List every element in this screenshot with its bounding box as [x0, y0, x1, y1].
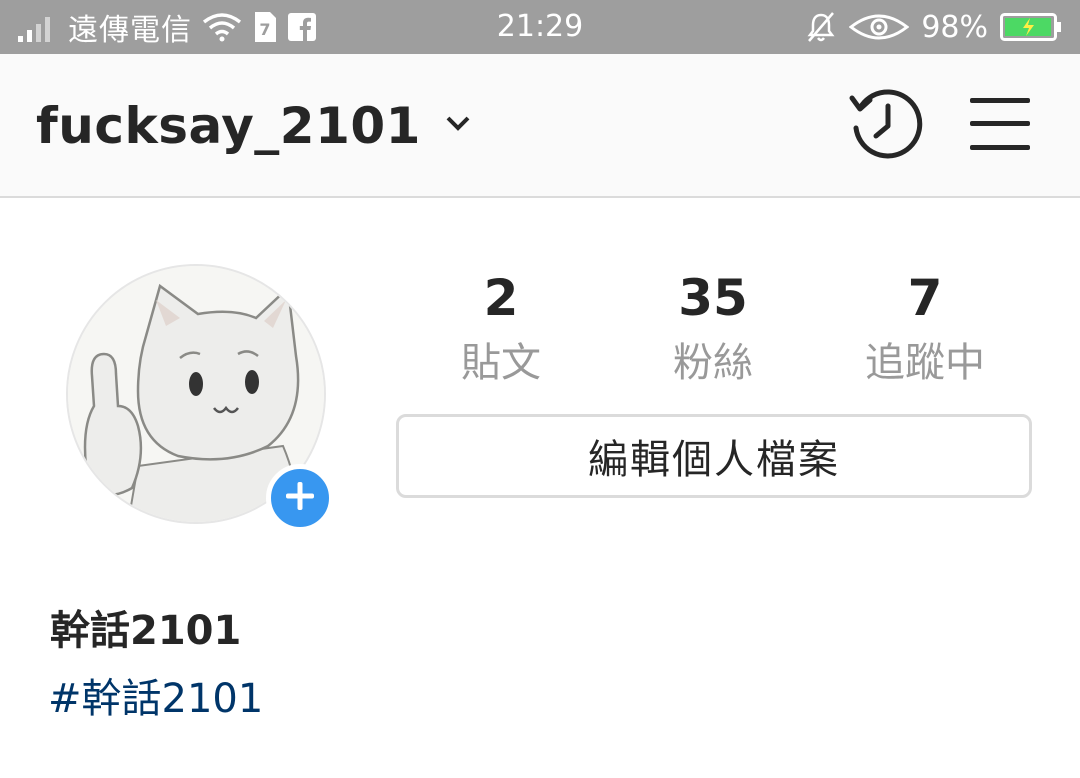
- profile-full-name: 幹話2101: [50, 608, 242, 654]
- eye-icon: [849, 11, 910, 43]
- chevron-down-icon[interactable]: [445, 115, 471, 137]
- stat-posts[interactable]: 2 貼文: [401, 268, 601, 398]
- menu-button[interactable]: [966, 94, 1034, 158]
- history-icon[interactable]: [848, 86, 924, 166]
- followers-label: 粉絲: [673, 340, 753, 386]
- status-bar-right: 98%: [805, 0, 1062, 54]
- posts-label: 貼文: [461, 340, 541, 386]
- account-switcher[interactable]: fucksay_2101: [36, 54, 471, 198]
- bio-hashtag-link[interactable]: #幹話2101: [48, 666, 263, 724]
- battery-percent: 98%: [921, 9, 988, 45]
- followers-count: 35: [678, 269, 748, 327]
- stat-followers[interactable]: 35 粉絲: [613, 268, 813, 398]
- menu-icon[interactable]: [968, 96, 1032, 156]
- posts-count: 2: [483, 269, 519, 327]
- following-label: 追蹤中: [865, 340, 985, 386]
- stat-following[interactable]: 7 追蹤中: [825, 268, 1025, 398]
- plus-icon[interactable]: [283, 479, 317, 517]
- profile-header: fucksay_2101: [0, 54, 1080, 198]
- following-count: 7: [907, 269, 943, 327]
- battery-icon: [1000, 13, 1062, 41]
- header-username[interactable]: fucksay_2101: [36, 97, 421, 155]
- mute-bell-icon: [805, 11, 837, 43]
- status-bar: 遠傳電信 7 21:29 98%: [0, 0, 1080, 54]
- edit-profile-button[interactable]: 編輯個人檔案: [396, 414, 1032, 498]
- history-button[interactable]: [848, 88, 924, 164]
- add-story-button[interactable]: [266, 464, 334, 532]
